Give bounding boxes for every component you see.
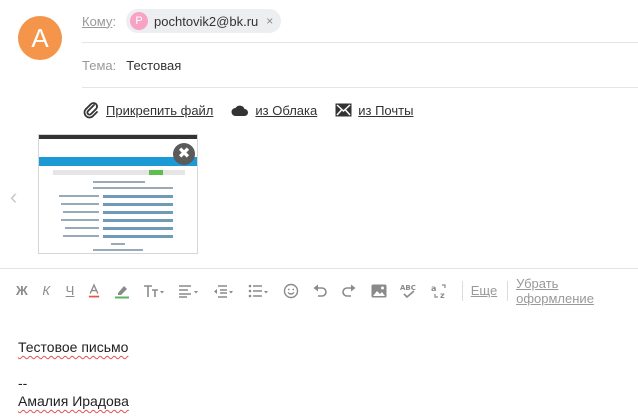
thumb-line: [93, 181, 145, 183]
subject-label: Тема:: [82, 57, 117, 73]
text-color-icon[interactable]: [88, 279, 100, 303]
recipient-email: pochtovik2@bk.ru: [154, 13, 259, 29]
clear-format-button[interactable]: Убрать оформление: [516, 276, 628, 306]
translate-icon[interactable]: a z: [431, 279, 449, 303]
image-icon[interactable]: [371, 279, 387, 303]
thumb-tabs: [53, 170, 185, 175]
message-body[interactable]: Тестовое письмо -- Амалия Ирадова: [18, 338, 129, 410]
thumb-field: [103, 235, 173, 238]
body-line: Тестовое письмо: [18, 339, 129, 355]
thumb-field: [103, 195, 173, 198]
svg-text:z: z: [440, 291, 445, 299]
thumb-line: [61, 203, 99, 205]
attach-mail-button[interactable]: из Почты: [335, 103, 413, 118]
thumb-line: [93, 249, 143, 251]
subject-row: Тема: Тестовая: [82, 43, 638, 88]
toolbar-separator: [507, 280, 509, 301]
thumb-line: [65, 227, 99, 229]
thumb-line: [63, 235, 99, 237]
align-icon[interactable]: [178, 279, 200, 303]
redo-icon[interactable]: [341, 279, 357, 303]
recipient-chip[interactable]: P pochtovik2@bk.ru ×: [126, 9, 282, 33]
thumb-line: [111, 243, 125, 245]
sender-avatar: А: [18, 16, 62, 60]
thumb-field: [103, 227, 173, 230]
recipient-avatar: P: [130, 12, 149, 30]
compose-form: А Кому : P pochtovik2@bk.ru × Тема: Тест…: [0, 0, 638, 418]
subject-input[interactable]: Тестовая: [126, 58, 181, 73]
more-button[interactable]: Еще: [471, 283, 497, 298]
remove-recipient-icon[interactable]: ×: [266, 14, 273, 28]
indent-icon[interactable]: [213, 279, 235, 303]
cloud-icon: [231, 103, 249, 117]
thumb-line: [63, 211, 99, 213]
underline-button[interactable]: Ч: [65, 279, 76, 303]
thumb-field: [103, 219, 173, 222]
thumb-line: [93, 187, 173, 189]
thumb-active-tab: [149, 170, 163, 175]
to-label[interactable]: Кому: [82, 14, 112, 29]
attach-cloud-button[interactable]: из Облака: [231, 103, 317, 118]
signature-name: Амалия Ирадова: [18, 393, 129, 409]
sender-avatar-letter: А: [31, 23, 49, 53]
attach-cloud-label: из Облака: [255, 102, 318, 118]
spellcheck-icon[interactable]: ABC: [400, 279, 418, 303]
attach-mail-label: из Почты: [358, 102, 414, 118]
font-size-icon[interactable]: [143, 279, 165, 303]
attach-file-button[interactable]: Прикрепить файл: [82, 101, 213, 119]
to-row: Кому : P pochtovik2@bk.ru ×: [82, 0, 638, 43]
envelope-icon: [335, 103, 352, 117]
paperclip-icon: [82, 101, 100, 119]
body-blank-line: [18, 356, 129, 374]
thumb-line: [59, 195, 99, 197]
thumb-field: [103, 211, 173, 214]
attach-file-label: Прикрепить файл: [106, 102, 214, 118]
attach-toolbar: Прикрепить файл из Облака из Почты: [82, 101, 413, 119]
remove-attachment-icon[interactable]: ✖: [173, 143, 195, 165]
thumb-line: [61, 219, 99, 221]
thumb-topbar: [39, 135, 197, 139]
thumb-field: [103, 203, 173, 206]
attachment-thumbnail[interactable]: ✖: [38, 134, 198, 254]
list-icon[interactable]: [248, 279, 270, 303]
svg-text:a: a: [431, 284, 436, 293]
bold-button[interactable]: Ж: [16, 279, 28, 303]
prev-attachment-icon[interactable]: ‹: [10, 184, 17, 210]
signature-separator: --: [18, 375, 28, 391]
format-toolbar: Ж К Ч ABC a z Еще Убрать оформление: [0, 268, 638, 312]
highlight-icon[interactable]: [113, 279, 129, 303]
emoji-icon[interactable]: [283, 279, 299, 303]
to-label-colon: :: [112, 13, 117, 29]
italic-button[interactable]: К: [41, 279, 52, 303]
undo-icon[interactable]: [312, 279, 328, 303]
toolbar-separator: [461, 280, 463, 301]
